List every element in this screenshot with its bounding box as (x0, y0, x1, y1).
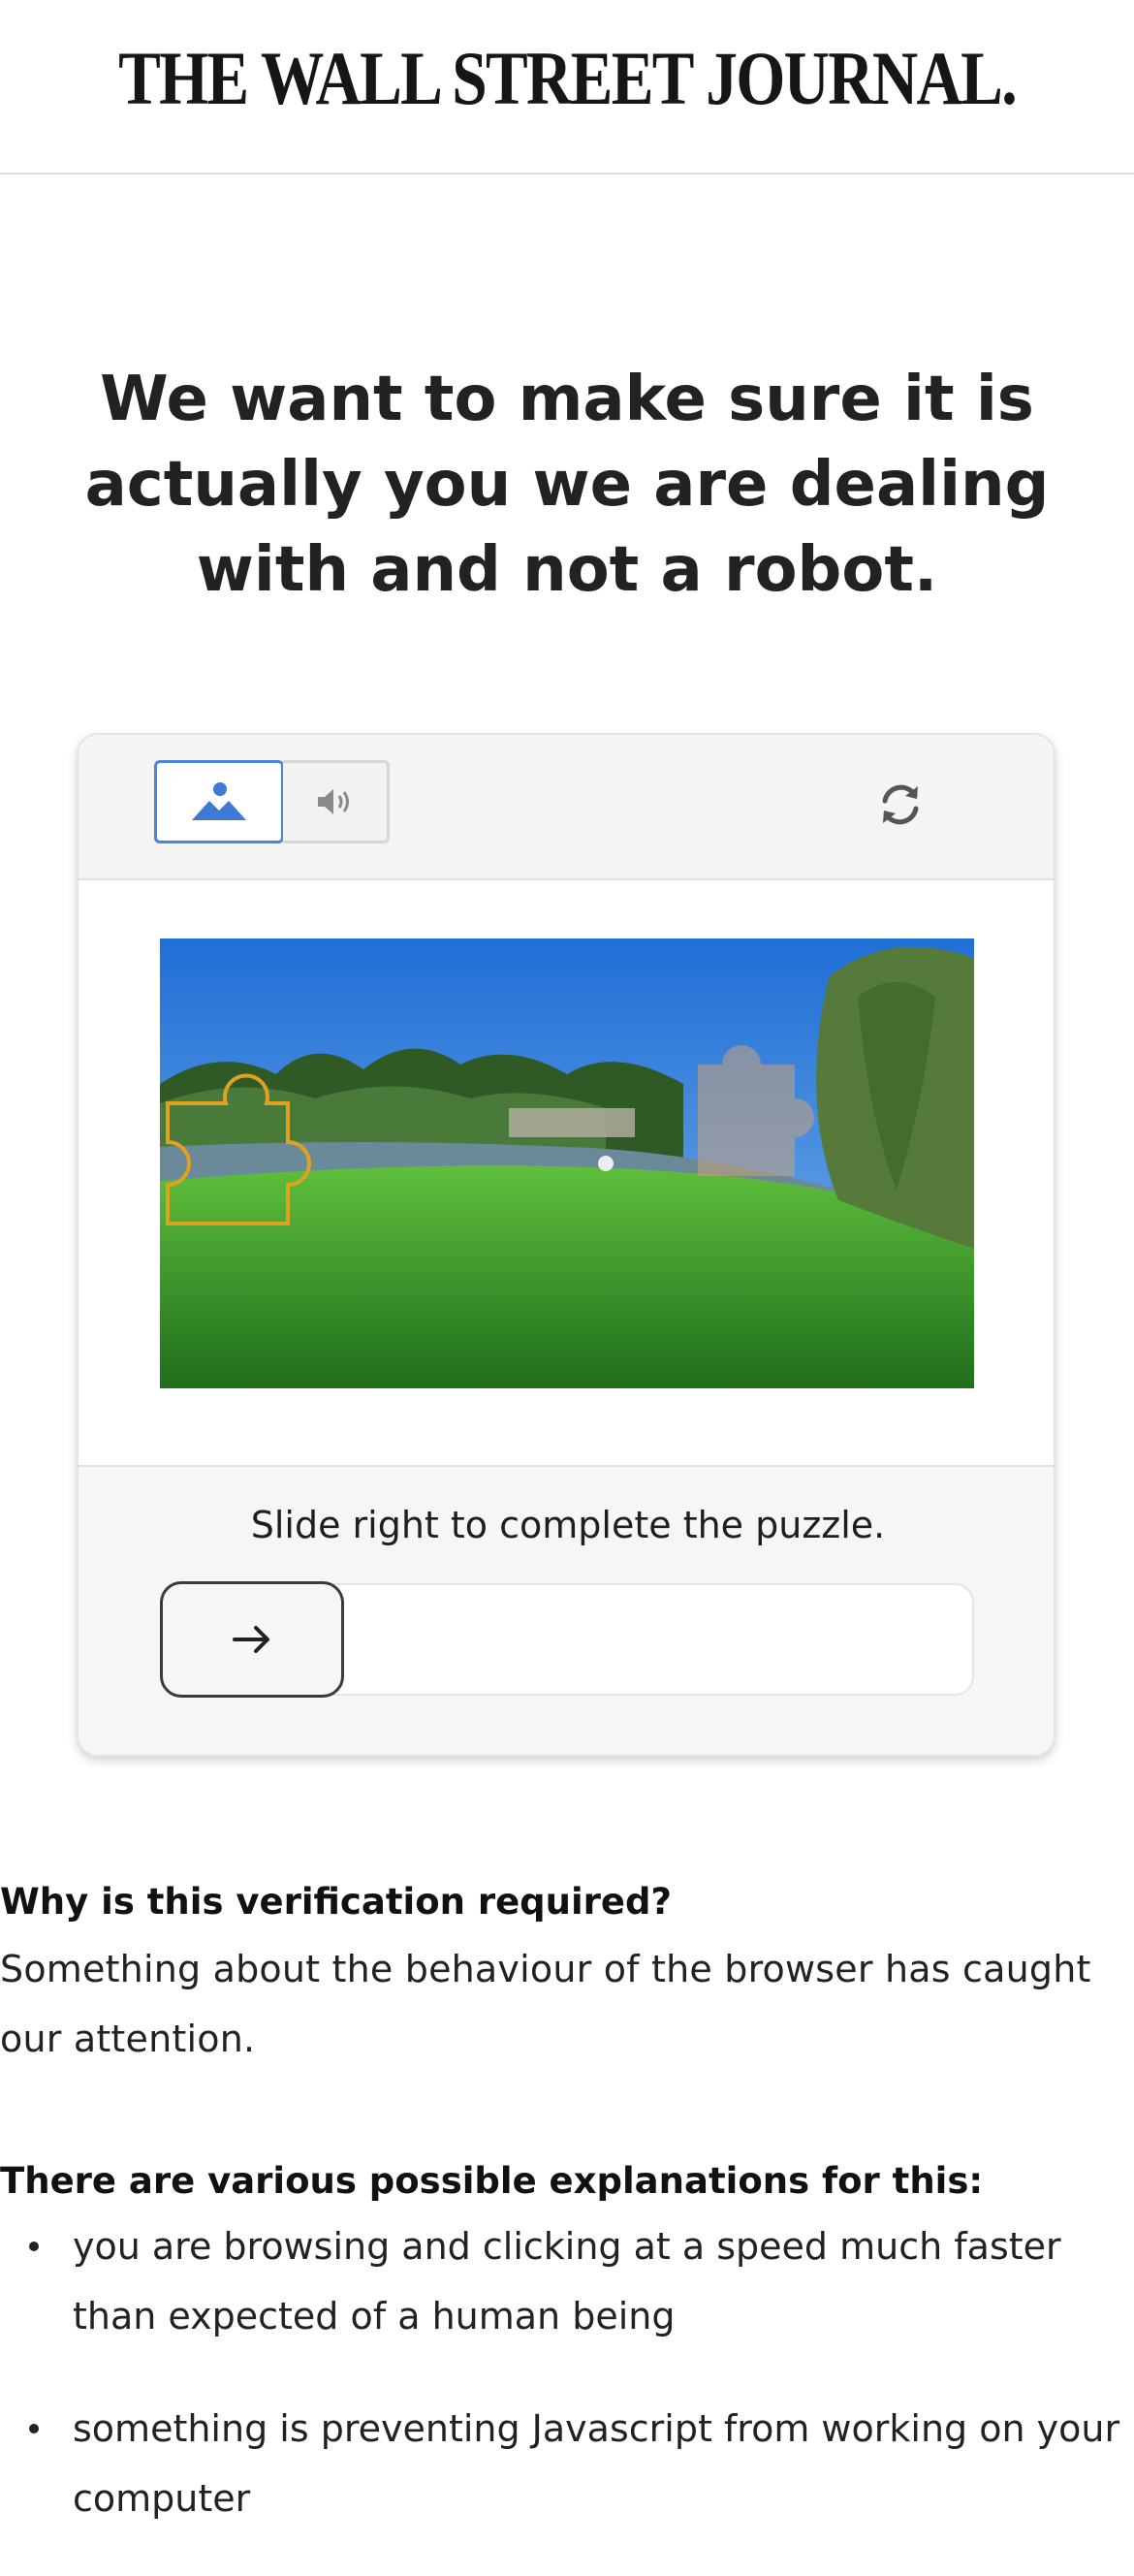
reasons-heading: There are various possible explanations … (0, 2160, 984, 2202)
why-heading: Why is this verification required? (0, 1881, 672, 1923)
audio-mode-button[interactable] (283, 760, 390, 843)
refresh-icon (882, 784, 919, 825)
slider-instruction: Slide right to complete the puzzle. (250, 1504, 886, 1546)
puzzle-image (160, 938, 974, 1388)
captcha-widget: Slide right to complete the puzzle. (77, 733, 1055, 1757)
reasons-section: There are various possible explanations … (0, 2160, 1134, 2576)
page-headline: We want to make sure it is actually you … (84, 364, 1050, 606)
arrow-right-icon (233, 1626, 269, 1653)
why-text: Something about the behaviour of the bro… (0, 1948, 1091, 2060)
site-header: THE WALL STREET JOURNAL. (0, 0, 1134, 175)
list-item: you are browsing and clicking at a speed… (0, 2211, 1134, 2351)
refresh-button[interactable] (869, 774, 931, 836)
slider-handle[interactable] (160, 1581, 344, 1698)
captcha-toolbar (79, 735, 1054, 880)
captcha-footer: Slide right to complete the puzzle. (79, 1465, 1054, 1755)
image-mode-icon (192, 782, 246, 820)
why-section: Why is this verification required? Somet… (0, 1881, 1134, 2074)
reasons-list: you are browsing and clicking at a speed… (0, 2211, 1134, 2533)
audio-mode-icon (317, 789, 349, 814)
list-item: something is preventing Javascript from … (0, 2394, 1134, 2533)
image-mode-button[interactable] (154, 760, 284, 843)
wsj-logo: THE WALL STREET JOURNAL. (118, 36, 1018, 120)
